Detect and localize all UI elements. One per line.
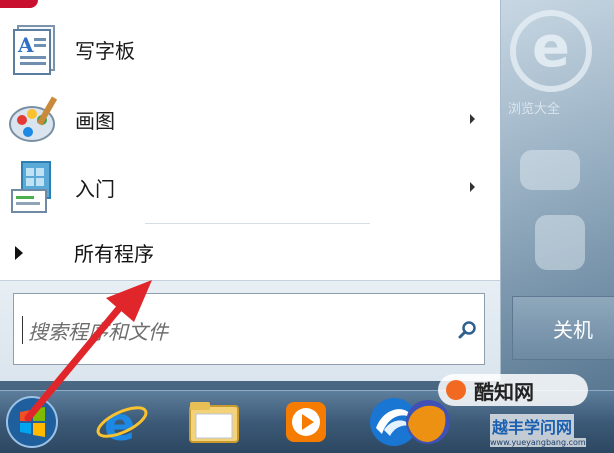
desktop-icon-label: 浏览大全 — [508, 102, 561, 117]
windows-explorer-icon[interactable] — [186, 394, 242, 450]
desktop-decoration — [520, 150, 580, 190]
start-menu-left-pane: A 写字板 画图 入门 所有程序 搜索程序和文件 — [0, 0, 501, 381]
desktop-ie-icon[interactable]: e — [510, 10, 592, 92]
shutdown-label: 关机 — [553, 317, 593, 342]
menu-item-label: 入门 — [75, 176, 115, 201]
shutdown-button[interactable]: 关机 — [512, 296, 614, 360]
all-programs-label: 所有程序 — [74, 242, 154, 266]
wordpad-icon: A — [13, 25, 55, 75]
watermark-site-name: 越丰学问网 — [490, 414, 575, 438]
menu-item-label: 写字板 — [75, 38, 135, 63]
start-orb-icon[interactable] — [4, 394, 60, 450]
submenu-arrow-icon[interactable] — [470, 182, 475, 192]
pinned-item-partial[interactable] — [0, 0, 38, 8]
menu-item-getting-started[interactable]: 入门 — [0, 156, 500, 218]
watermark-site: 越丰学问网 www.yueyangbang.com — [470, 410, 614, 452]
text-caret — [22, 316, 23, 344]
desktop-decoration — [535, 215, 585, 270]
menu-separator — [145, 223, 370, 224]
internet-explorer-icon[interactable]: e — [94, 394, 150, 450]
getting-started-icon — [11, 161, 51, 213]
menu-item-paint[interactable]: 画图 — [0, 88, 500, 150]
paint-icon — [9, 96, 58, 142]
menu-item-wordpad[interactable]: A 写字板 — [0, 18, 500, 80]
search-icon[interactable] — [458, 320, 478, 340]
watermark-logo-icon — [446, 380, 466, 400]
watermark-text: 酷知网 — [474, 379, 534, 404]
submenu-arrow-icon[interactable] — [470, 114, 475, 124]
all-programs-arrow-icon — [15, 246, 23, 260]
search-placeholder: 搜索程序和文件 — [28, 320, 168, 344]
watermark-site-url: www.yueyangbang.com — [490, 438, 586, 447]
menu-item-label: 画图 — [75, 108, 115, 133]
media-player-icon[interactable] — [278, 394, 334, 450]
search-input[interactable]: 搜索程序和文件 — [13, 293, 485, 365]
svg-text:A: A — [17, 33, 34, 57]
watermark-logo: 酷知网 — [438, 374, 588, 406]
svg-text:e: e — [104, 397, 135, 450]
